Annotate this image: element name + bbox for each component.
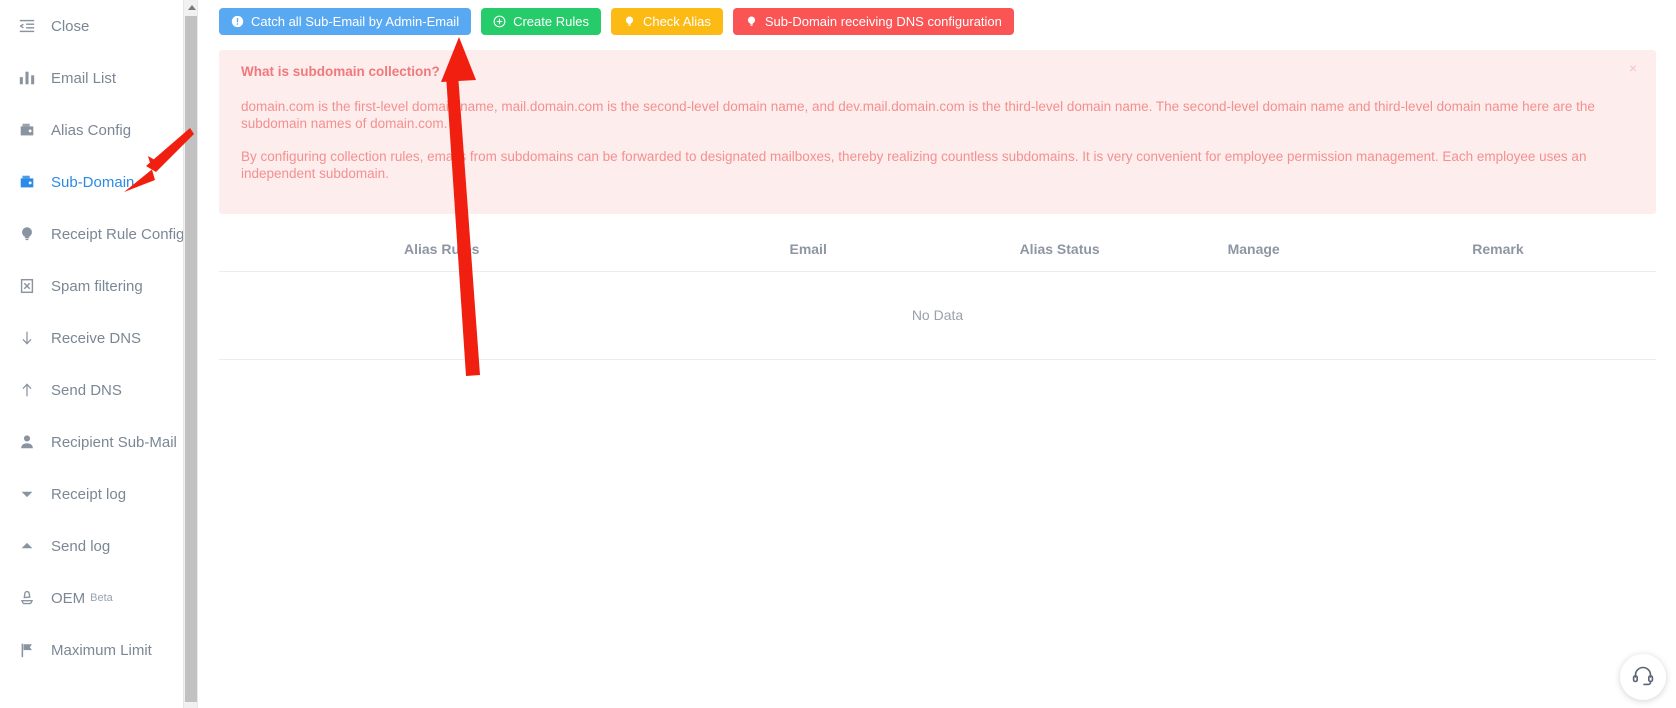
sidebar: Close Email List Alias Config Sub-Domain…	[0, 0, 198, 708]
sidebar-item-receipt-rule-config[interactable]: Receipt Rule Config	[0, 208, 197, 260]
sidebar-item-oem[interactable]: OEM Beta	[0, 572, 197, 624]
main-content: Catch all Sub-Email by Admin-Email Creat…	[199, 0, 1676, 708]
bulb-icon	[745, 15, 758, 28]
sidebar-item-label: Recipient Sub-Mail	[51, 433, 177, 451]
close-icon[interactable]: ×	[1626, 61, 1640, 75]
support-button[interactable]	[1620, 654, 1666, 700]
column-header-email: Email	[664, 227, 952, 273]
alert-paragraph-1: domain.com is the first-level domain nam…	[241, 98, 1595, 131]
info-alert: What is subdomain collection? domain.com…	[219, 50, 1656, 215]
scroll-up-arrow-icon[interactable]	[184, 0, 197, 15]
user-icon	[17, 432, 37, 452]
sidebar-item-recipient-sub-mail[interactable]: Recipient Sub-Mail	[0, 416, 197, 468]
catch-all-sub-email-button[interactable]: Catch all Sub-Email by Admin-Email	[219, 8, 472, 35]
bar-chart-icon	[17, 68, 37, 88]
sidebar-item-label: OEM	[51, 589, 86, 607]
sidebar-item-label: Send DNS	[51, 381, 122, 399]
sidebar-item-maximum-limit[interactable]: Maximum Limit	[0, 624, 197, 676]
create-rules-button[interactable]: Create Rules	[481, 8, 601, 35]
toolbar: Catch all Sub-Email by Admin-Email Creat…	[199, 0, 1676, 35]
sidebar-scrollbar[interactable]	[183, 0, 197, 708]
button-label: Catch all Sub-Email by Admin-Email	[251, 14, 460, 29]
table-header-row: Alias Rules Email Alias Status Manage Re…	[219, 227, 1656, 273]
scrollbar-thumb[interactable]	[185, 16, 197, 702]
alert-title: What is subdomain collection?	[241, 64, 440, 79]
flag-icon	[17, 640, 37, 660]
arrow-down-icon	[17, 328, 37, 348]
bulb-icon	[623, 15, 636, 28]
button-label: Check Alias	[642, 14, 711, 29]
sidebar-item-label: Send log	[51, 537, 111, 555]
menu-fold-icon	[17, 16, 37, 36]
sidebar-item-send-dns[interactable]: Send DNS	[0, 364, 197, 416]
alias-rules-table: Alias Rules Email Alias Status Manage Re…	[219, 227, 1656, 361]
sidebar-item-spam-filtering[interactable]: Spam filtering	[0, 260, 197, 312]
sidebar-item-sub-domain[interactable]: Sub-Domain	[0, 156, 197, 208]
column-header-manage: Manage	[1167, 227, 1340, 273]
headset-icon	[1631, 663, 1655, 692]
page-root: Close Email List Alias Config Sub-Domain…	[0, 0, 1676, 708]
bulb-icon	[17, 224, 37, 244]
arrow-up-icon	[17, 380, 37, 400]
sidebar-item-label: Email List	[51, 69, 117, 87]
sidebar-item-label: Receive DNS	[51, 329, 142, 347]
caret-down-icon	[17, 484, 37, 504]
caret-up-icon	[17, 536, 37, 556]
sidebar-item-label: Sub-Domain	[51, 173, 135, 191]
stamp-icon	[17, 588, 37, 608]
column-header-alias-status: Alias Status	[951, 227, 1168, 273]
spam-box-icon	[17, 276, 37, 296]
sidebar-item-close[interactable]: Close	[0, 0, 197, 52]
plus-circle-icon	[493, 15, 506, 28]
exclamation-circle-icon	[231, 15, 244, 28]
sidebar-item-label: Maximum Limit	[51, 641, 152, 659]
column-header-alias-rules: Alias Rules	[219, 227, 665, 273]
wallet-icon	[17, 172, 37, 192]
sidebar-item-label: Alias Config	[51, 121, 132, 139]
sidebar-item-label: Receipt log	[51, 485, 127, 503]
button-label: Sub-Domain receiving DNS configuration	[764, 14, 1002, 29]
wallet-icon	[17, 120, 37, 140]
sidebar-item-alias-config[interactable]: Alias Config	[0, 104, 197, 156]
sidebar-item-badge: Beta	[90, 592, 113, 604]
table-empty-row: No Data	[219, 271, 1656, 361]
column-header-remark: Remark	[1339, 227, 1656, 273]
alert-paragraph-2: By configuring collection rules, emails …	[241, 148, 1587, 181]
sidebar-item-receive-dns[interactable]: Receive DNS	[0, 312, 197, 364]
button-label: Create Rules	[513, 14, 589, 29]
sidebar-item-label: Spam filtering	[51, 277, 143, 295]
empty-state-text: No Data	[219, 271, 1656, 361]
check-alias-button[interactable]: Check Alias	[610, 8, 723, 35]
sidebar-item-email-list[interactable]: Email List	[0, 52, 197, 104]
sidebar-item-label: Close	[51, 17, 90, 35]
sidebar-item-send-log[interactable]: Send log	[0, 520, 197, 572]
sidebar-item-label: Receipt Rule Config	[51, 225, 185, 243]
sub-domain-dns-config-button[interactable]: Sub-Domain receiving DNS configuration	[732, 8, 1014, 35]
sidebar-item-receipt-log[interactable]: Receipt log	[0, 468, 197, 520]
